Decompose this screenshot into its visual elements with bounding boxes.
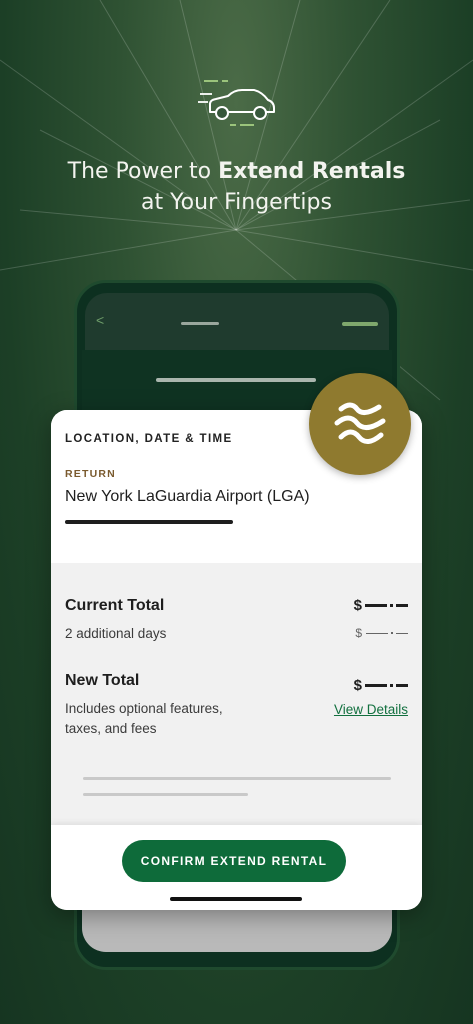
headline: The Power to Extend Rentals at Your Fing… bbox=[0, 156, 473, 218]
phone-sheet-handle bbox=[156, 378, 316, 382]
new-total-amount: $ bbox=[354, 677, 408, 694]
return-location: New York LaGuardia Airport (LGA) bbox=[65, 488, 310, 505]
brand-badge bbox=[309, 373, 411, 475]
currency-symbol: $ bbox=[355, 626, 362, 640]
headline-prefix: The Power to bbox=[67, 159, 219, 184]
section-title: LOCATION, DATE & TIME bbox=[65, 433, 233, 445]
wave-logo-icon bbox=[334, 402, 386, 444]
current-total-sub-amount: $ bbox=[355, 626, 408, 640]
placeholder-line bbox=[83, 793, 248, 796]
extend-rental-card: LOCATION, DATE & TIME RETURN New York La… bbox=[51, 410, 422, 910]
currency-symbol: $ bbox=[353, 677, 362, 694]
headline-line2: at Your Fingertips bbox=[141, 190, 332, 215]
currency-symbol: $ bbox=[353, 597, 362, 614]
car-icon bbox=[198, 80, 275, 126]
chevron-left-icon[interactable]: < bbox=[96, 312, 104, 328]
phone-action-placeholder[interactable] bbox=[342, 322, 378, 326]
headline-line1: The Power to Extend Rentals bbox=[0, 156, 473, 187]
return-label: RETURN bbox=[65, 468, 116, 480]
headline-bold: Extend Rentals bbox=[218, 159, 406, 184]
current-total-label: Current Total bbox=[65, 597, 165, 614]
home-indicator bbox=[170, 897, 302, 901]
new-total-label: New Total bbox=[65, 672, 140, 689]
confirm-extend-rental-button[interactable]: CONFIRM EXTEND RENTAL bbox=[122, 840, 346, 882]
new-total-subtext-line1: Includes optional features, bbox=[65, 701, 223, 716]
current-total-subtext: 2 additional days bbox=[65, 626, 167, 641]
placeholder-line bbox=[83, 777, 391, 780]
current-total-amount: $ bbox=[354, 597, 408, 614]
new-total-subtext-line2: taxes, and fees bbox=[65, 721, 157, 736]
new-total-subtext: Includes optional features, taxes, and f… bbox=[65, 699, 223, 739]
phone-title-placeholder bbox=[181, 322, 219, 325]
view-details-link[interactable]: View Details bbox=[334, 702, 408, 717]
location-underline bbox=[65, 520, 233, 524]
